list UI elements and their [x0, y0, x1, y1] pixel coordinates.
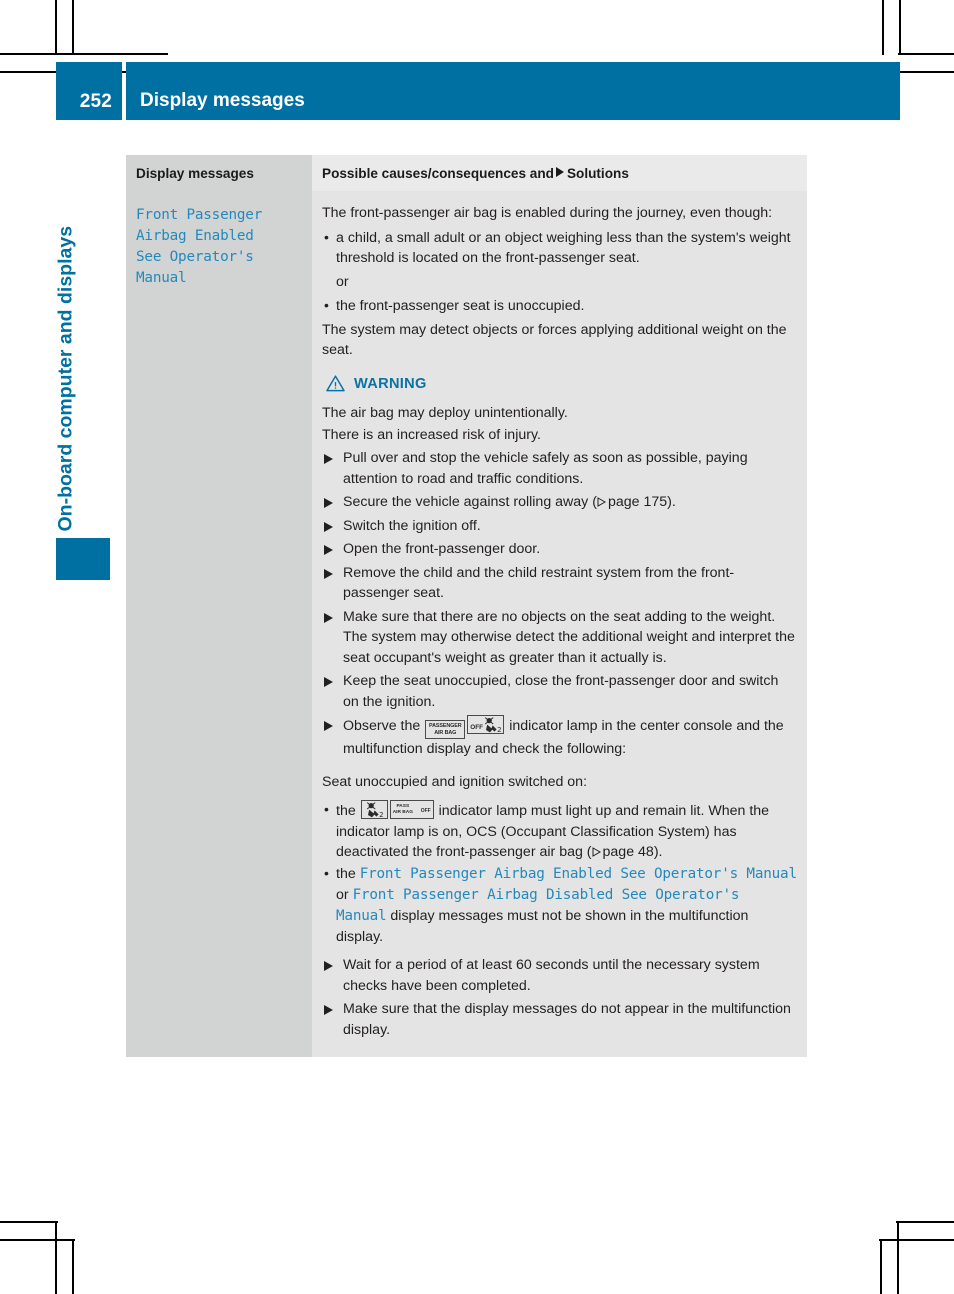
crop-mark-bl-v: [55, 1221, 57, 1294]
display-message-line-3: See Operator's: [136, 249, 254, 265]
page-number: 252: [79, 91, 112, 112]
page-header: 252 Display messages: [56, 62, 900, 120]
column-header-causes-solutions: Possible causes/consequences and Solution…: [312, 155, 807, 191]
solutions-triangle-icon: [555, 167, 564, 177]
column-header-causes-text: Possible causes/consequences and: [322, 166, 554, 181]
intro-paragraph: The front-passenger air bag is enabled d…: [322, 205, 773, 221]
crop-mark-bl-h: [0, 1221, 58, 1223]
step-secure-vehicle: Secure the vehicle against rolling away …: [322, 492, 797, 513]
step-observe-lamp: Observe the PASSENGER AIR BAG OFF 2 indi…: [322, 715, 797, 760]
crop-mark-tl-h: [0, 53, 168, 55]
crop-mark-bl-h2: [0, 1239, 75, 1241]
step-secure-vehicle-tail: ).: [667, 494, 676, 510]
display-message-line-2: Airbag Enabled: [136, 228, 254, 244]
display-message-text: Front Passenger Airbag Enabled See Opera…: [136, 205, 300, 289]
airbag-off-lamp-icon: OFF 2: [467, 715, 505, 734]
crop-mark-br-v2: [880, 1239, 882, 1294]
step-open-door: Open the front-passenger door.: [322, 539, 797, 560]
chapter-label: On-board computer and displays: [54, 225, 77, 532]
check-item-display-messages: the Front Passenger Airbag Enabled See O…: [322, 863, 797, 948]
warning-line-2: There is an increased risk of injury.: [322, 426, 541, 443]
passenger-air-bag-lamp-line2: AIR BAG: [434, 730, 457, 736]
check-2-after: display messages must not be shown in th…: [336, 907, 749, 945]
display-messages-table: Display messages Possible causes/consequ…: [126, 155, 807, 1057]
check-1-tail: ).: [653, 844, 663, 860]
pass-air-bag-off-lamp-icon: PASS AIR BAG OFF: [389, 800, 434, 819]
display-message-line-4: Manual: [136, 270, 187, 286]
crop-mark-br-h2: [879, 1239, 954, 1241]
column-header-solutions-text: Solutions: [566, 166, 629, 181]
step-verify-no-messages: Make sure that the display messages do n…: [322, 999, 797, 1040]
crop-mark-tr-h: [898, 53, 954, 55]
cell-causes-solutions: The front-passenger air bag is enabled d…: [312, 191, 807, 1057]
crop-mark-bl-v2: [72, 1239, 74, 1294]
checks-list: the 2 PASS AIR BAG: [322, 799, 797, 948]
column-header-display-messages: Display messages: [126, 155, 312, 191]
page-title: Display messages: [140, 90, 305, 111]
check-item-indicator-lamp: the 2 PASS AIR BAG: [322, 799, 797, 863]
passenger-air-bag-lamp-line1: PASSENGER: [428, 723, 462, 729]
child-seat-crossed-lamp-icon: 2: [360, 800, 388, 819]
crop-mark-br-v: [897, 1221, 899, 1294]
table-row: Front Passenger Airbag Enabled See Opera…: [126, 191, 807, 1057]
step-observe-before: Observe the: [343, 718, 421, 734]
svg-text:2: 2: [497, 726, 501, 733]
header-title-box: Display messages: [126, 62, 900, 120]
pass-air-bag-off-line2: AIR BAG: [392, 809, 413, 815]
step-remove-child: Remove the child and the child restraint…: [322, 563, 797, 604]
svg-text:2: 2: [379, 811, 383, 818]
child-seat-crossed-icon: 2: [485, 717, 502, 733]
step-make-sure-text: Make sure that there are no objects on t…: [343, 608, 776, 625]
warning-triangle-icon: [326, 375, 345, 392]
passenger-air-bag-lamp-icon: PASSENGER AIR BAG: [425, 720, 466, 739]
crop-mark-tr-v: [882, 0, 884, 55]
page-reference-icon-2: [592, 847, 601, 857]
check-2-message-1: Front Passenger Airbag Enabled See Opera…: [359, 865, 797, 882]
seat-unoccupied-note: Seat unoccupied and ignition switched on…: [322, 773, 588, 790]
page-number-box: 252: [56, 62, 122, 120]
crop-mark-tl-v2: [72, 0, 74, 55]
cause-item-1: a child, a small adult or an object weig…: [322, 227, 797, 269]
chapter-thumb-tab: [56, 538, 110, 580]
step-make-sure-no-objects: Make sure that there are no objects on t…: [322, 607, 797, 669]
step-secure-vehicle-text: Secure the vehicle against rolling away …: [343, 494, 597, 510]
cause-item-2: the front-passenger seat is unoccupied.: [322, 295, 797, 317]
cell-display-message: Front Passenger Airbag Enabled See Opera…: [126, 191, 312, 1057]
airbag-off-lamp-label: OFF: [470, 723, 484, 731]
after-causes-paragraph: The system may detect objects or forces …: [322, 321, 787, 359]
warning-title: WARNING: [354, 375, 427, 392]
step-wait-60-seconds: Wait for a period of at least 60 seconds…: [322, 955, 797, 996]
final-steps-list: Wait for a period of at least 60 seconds…: [322, 955, 797, 1040]
table-header-row: Display messages Possible causes/consequ…: [126, 155, 807, 191]
step-secure-vehicle-ref: page 175: [607, 494, 668, 510]
child-seat-crossed-icon-2: 2: [366, 802, 383, 818]
check-1-ref: page 48: [602, 844, 654, 860]
step-keep-seat-unoccupied: Keep the seat unoccupied, close the fron…: [322, 671, 797, 712]
step-pull-over: Pull over and stop the vehicle safely as…: [322, 448, 797, 489]
check-2-conjunction: or: [336, 886, 349, 903]
step-switch-ignition-off: Switch the ignition off.: [322, 516, 797, 537]
crop-mark-br-h: [896, 1221, 954, 1223]
crop-mark-tl-v: [55, 0, 57, 55]
display-message-line-1: Front Passenger: [136, 207, 263, 223]
step-make-sure-continuation: The system may otherwise detect the addi…: [343, 629, 795, 666]
crop-mark-tr-v2: [899, 0, 901, 55]
warning-line-1: The air bag may deploy unintentionally.: [322, 405, 568, 421]
check-1-before: the: [336, 803, 356, 819]
pass-air-bag-off-label: OFF: [420, 808, 431, 814]
warning-header: WARNING: [326, 374, 797, 395]
cause-or-word: or: [336, 273, 349, 290]
solution-steps-list: Pull over and stop the vehicle safely as…: [322, 448, 797, 760]
crop-mark-tr-h2: [898, 71, 954, 73]
causes-list: a child, a small adult or an object weig…: [322, 227, 797, 317]
page-reference-icon: [597, 497, 606, 507]
check-2-before: the: [336, 865, 356, 882]
pass-air-bag-off-stack: PASS AIR BAG: [393, 804, 413, 815]
